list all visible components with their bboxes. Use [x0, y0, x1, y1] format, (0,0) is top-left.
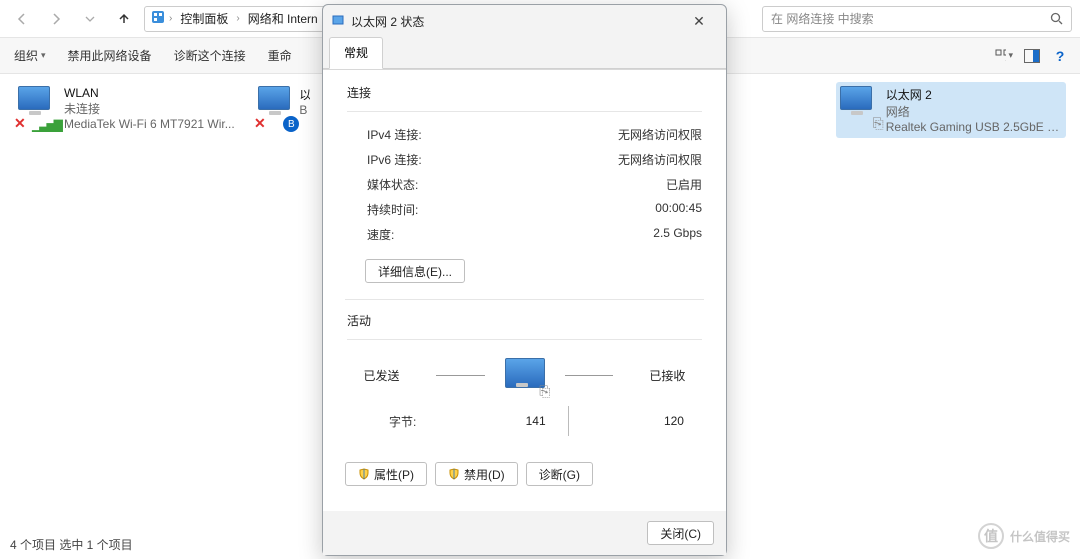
connection-name: 以: [299, 86, 310, 103]
watermark: 值 什么值得买: [978, 523, 1070, 549]
ethernet-status-dialog: 以太网 2 状态 ✕ 常规 连接 IPv4 连接:无网络访问权限 IPv6 连接…: [322, 4, 727, 556]
breadcrumb[interactable]: › 控制面板 › 网络和 Intern: [144, 6, 329, 32]
bytes-received-value: 120: [574, 414, 684, 428]
disconnected-icon: ✕: [254, 115, 266, 132]
control-panel-icon: [151, 10, 165, 27]
activity-computer-icon: ⎘: [505, 358, 545, 392]
connection-adapter: B: [299, 103, 310, 117]
close-button[interactable]: ✕: [680, 8, 718, 34]
shield-icon: [358, 468, 370, 480]
status-bar: 4 个项目 选中 1 个项目: [10, 536, 133, 553]
crumb-network[interactable]: 网络和 Intern: [244, 10, 322, 27]
activity-diagram: 已发送 ⎘ 已接收: [347, 350, 702, 394]
ethernet-plug-icon: ⎘: [873, 115, 884, 132]
ethernet-icon: [331, 14, 345, 28]
sent-label: 已发送: [347, 367, 416, 384]
disconnected-icon: ✕: [14, 115, 26, 132]
organize-menu[interactable]: 组织▾: [10, 45, 50, 66]
forward-button[interactable]: [42, 5, 70, 33]
connection-status: 网络: [886, 103, 1062, 120]
tab-general[interactable]: 常规: [329, 37, 383, 69]
connection-adapter: MediaTek Wi-Fi 6 MT7921 Wir...: [64, 117, 235, 131]
bytes-sent-value: 141: [454, 414, 564, 428]
search-icon: [1050, 12, 1063, 25]
dialog-titlebar[interactable]: 以太网 2 状态 ✕: [323, 5, 726, 37]
chevron-right-icon: ›: [236, 13, 239, 24]
wifi-bars-icon: ▁▃▅▇: [32, 118, 61, 132]
connection-name: WLAN: [64, 86, 235, 100]
connection-item-wlan[interactable]: ✕ ▁▃▅▇ WLAN 未连接 MediaTek Wi-Fi 6 MT7921 …: [14, 82, 244, 138]
properties-button[interactable]: 属性(P): [345, 462, 427, 486]
view-options-button[interactable]: ▾: [994, 46, 1014, 66]
preview-pane-button[interactable]: [1024, 49, 1040, 63]
chevron-down-icon: ▾: [41, 50, 46, 61]
section-connection-header: 连接: [347, 84, 702, 101]
row-speed: 速度:2.5 Gbps: [347, 222, 702, 247]
rename-button[interactable]: 重命: [264, 45, 296, 66]
bluetooth-network-icon: ✕ B: [258, 86, 293, 126]
search-input[interactable]: 在 网络连接 中搜索: [762, 6, 1072, 32]
details-button[interactable]: 详细信息(E)...: [365, 259, 465, 283]
chevron-right-icon: ›: [169, 13, 172, 24]
help-button[interactable]: ?: [1050, 46, 1070, 66]
recent-dropdown[interactable]: [76, 5, 104, 33]
diagnose-button[interactable]: 诊断(G): [526, 462, 593, 486]
up-button[interactable]: [110, 5, 138, 33]
disable-button[interactable]: 禁用(D): [435, 462, 518, 486]
bluetooth-icon: B: [283, 116, 299, 132]
diagnose-connection-button[interactable]: 诊断这个连接: [170, 45, 250, 66]
dialog-tabs: 常规: [323, 37, 726, 69]
connection-item-bluetooth[interactable]: ✕ B 以 B: [254, 82, 314, 138]
connection-name: 以太网 2: [886, 86, 1062, 103]
row-media-state: 媒体状态:已启用: [347, 172, 702, 197]
row-ipv6: IPv6 连接:无网络访问权限: [347, 147, 702, 172]
back-button[interactable]: [8, 5, 36, 33]
watermark-text: 什么值得买: [1010, 528, 1070, 545]
bytes-label: 字节:: [389, 413, 449, 430]
search-placeholder: 在 网络连接 中搜索: [771, 10, 1050, 27]
row-ipv4: IPv4 连接:无网络访问权限: [347, 122, 702, 147]
shield-icon: [448, 468, 460, 480]
wlan-icon: ✕ ▁▃▅▇: [18, 86, 58, 126]
row-duration: 持续时间:00:00:45: [347, 197, 702, 222]
connection-item-ethernet2[interactable]: ⎘ 以太网 2 网络 Realtek Gaming USB 2.5GbE F..…: [836, 82, 1066, 138]
bytes-row: 字节: 141 120: [347, 394, 702, 440]
ethernet-plug-icon: ⎘: [539, 383, 550, 400]
close-dialog-button[interactable]: 关闭(C): [647, 521, 714, 545]
chevron-down-icon: ▾: [1008, 50, 1013, 61]
crumb-control-panel[interactable]: 控制面板: [176, 10, 232, 27]
ethernet-icon: ⎘: [840, 86, 880, 126]
connection-adapter: Realtek Gaming USB 2.5GbE F...: [886, 120, 1062, 134]
connection-status: 未连接: [64, 100, 235, 117]
section-activity-header: 活动: [347, 312, 702, 329]
dialog-title: 以太网 2 状态: [351, 13, 674, 30]
watermark-icon: 值: [978, 523, 1004, 549]
received-label: 已接收: [633, 367, 702, 384]
disable-device-button[interactable]: 禁用此网络设备: [64, 45, 156, 66]
